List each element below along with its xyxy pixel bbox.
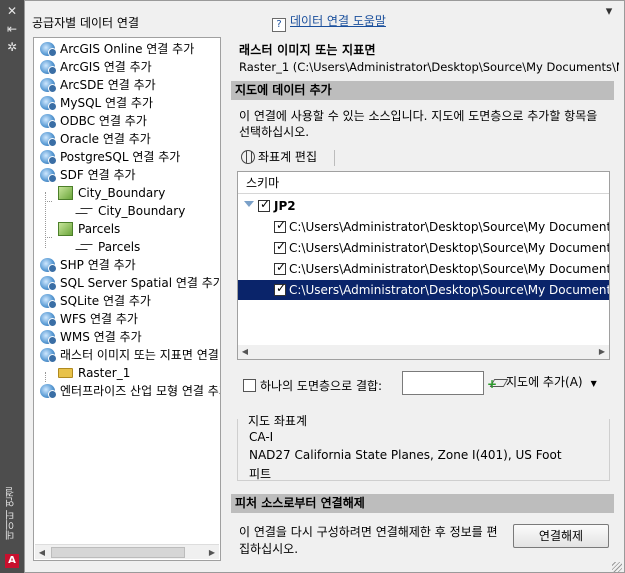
dropdown-arrow-icon[interactable]: ▼ xyxy=(591,379,597,388)
scroll-left-icon[interactable]: ◀ xyxy=(35,545,49,560)
tree-line xyxy=(45,201,52,202)
provider-list-title: 공급자별 데이터 연결 xyxy=(32,16,139,30)
globe-connection-icon xyxy=(40,312,57,327)
globe-connection-icon xyxy=(40,330,57,345)
disconnect-button[interactable]: 연결해제 xyxy=(513,524,609,548)
globe-connection-icon xyxy=(40,42,57,57)
globe-connection-icon xyxy=(40,384,57,399)
globe-connection-icon xyxy=(40,294,57,309)
scroll-right-icon[interactable]: ▶ xyxy=(595,345,609,359)
dropdown-arrow-icon[interactable]: ▾ xyxy=(602,5,616,19)
checkmark-icon: ✓ xyxy=(276,218,287,232)
tree-line xyxy=(45,237,52,238)
connection-path: Raster_1 (C:\Users\Administrator\Desktop… xyxy=(239,60,619,74)
globe-connection-icon xyxy=(40,348,57,363)
globe-connection-icon xyxy=(40,132,57,147)
combined-layer-name-input[interactable] xyxy=(402,371,484,395)
disconnect-description: 이 연결을 다시 구성하려면 연결해제한 후 정보를 편집하십시오. xyxy=(239,525,498,556)
add-to-map-header: 지도에 데이터 추가 xyxy=(231,81,614,100)
coordinate-description: NAD27 California State Planes, Zone I(40… xyxy=(249,448,562,462)
feature-class-icon xyxy=(58,222,73,236)
provider-tree[interactable]: ArcGIS Online 연결 추가 ArcGIS 연결 추가 ArcSDE … xyxy=(33,37,221,561)
globe-connection-icon xyxy=(40,96,57,111)
schema-name: JP2 xyxy=(274,199,296,213)
pin-icon[interactable]: ⇤ xyxy=(4,22,20,36)
schema-column-header: 스키마 xyxy=(238,172,609,194)
layer-checkbox[interactable]: ✓ xyxy=(274,239,287,254)
resize-grip[interactable] xyxy=(612,562,622,572)
schema-checkbox[interactable]: ✓ xyxy=(258,197,271,212)
close-icon[interactable]: ✕ xyxy=(4,4,20,18)
globe-connection-icon xyxy=(40,60,57,75)
scroll-right-icon[interactable]: ▶ xyxy=(205,545,219,560)
source-layer-list[interactable]: 스키마 ✓ JP2 ✓ C:\Users\Administrator\Deskt… xyxy=(237,171,610,360)
scroll-thumb[interactable] xyxy=(51,547,185,558)
combine-layers-checkbox[interactable] xyxy=(243,379,256,392)
combine-layers-label: 하나의 도면층으로 결합: xyxy=(260,379,383,393)
help-link[interactable]: ? 데이터 연결 도움말 xyxy=(272,12,386,32)
app-logo-icon: A xyxy=(5,554,19,568)
scroll-left-icon[interactable]: ◀ xyxy=(238,345,252,359)
add-to-map-description: 이 연결에 사용할 수 있는 소스입니다. 지도에 도면층으로 추가할 항목을 … xyxy=(239,109,598,139)
globe-connection-icon xyxy=(40,114,57,129)
checkmark-icon: ✓ xyxy=(276,281,287,295)
globe-connection-icon xyxy=(40,78,57,93)
palette-strip: ✕ ⇤ ✲ 데이터 연결 A xyxy=(0,0,24,573)
polygon-layer-icon xyxy=(75,244,93,250)
globe-connection-icon xyxy=(40,276,57,291)
layer-checkbox[interactable]: ✓ xyxy=(274,260,287,275)
tree-horizontal-scrollbar[interactable]: ◀ ▶ xyxy=(35,544,219,559)
palette-title: 데이터 연결 xyxy=(6,486,17,540)
settings-icon[interactable]: ✲ xyxy=(4,40,20,54)
layer-row[interactable]: ✓ C:\Users\Administrator\Desktop\Source\… xyxy=(238,217,609,237)
layer-path: C:\Users\Administrator\Desktop\Source\My… xyxy=(289,262,609,276)
layer-row-selected[interactable]: ✓ C:\Users\Administrator\Desktop\Source\… xyxy=(238,280,609,300)
checkmark-icon: ✓ xyxy=(260,197,271,211)
layer-row[interactable]: ✓ C:\Users\Administrator\Desktop\Source\… xyxy=(238,238,609,258)
folder-icon xyxy=(58,368,73,378)
polygon-layer-icon xyxy=(75,208,93,214)
connection-type-title: 래스터 이미지 또는 지표면 xyxy=(239,43,376,57)
layer-path: C:\Users\Administrator\Desktop\Source\My… xyxy=(289,220,609,234)
edit-coordinate-system-button[interactable]: 좌표계 편집 xyxy=(241,148,317,166)
schema-row[interactable]: ✓ JP2 xyxy=(238,196,609,216)
map-coordinate-title: 지도 좌표계 xyxy=(246,412,310,429)
layer-path: C:\Users\Administrator\Desktop\Source\My… xyxy=(289,241,609,255)
globe-connection-icon xyxy=(40,150,57,165)
help-link-text[interactable]: 데이터 연결 도움말 xyxy=(290,14,386,28)
disconnect-header: 피처 소스로부터 연결해제 xyxy=(231,494,614,513)
globe-connection-icon xyxy=(40,258,57,273)
expand-arrow-icon[interactable] xyxy=(244,201,254,207)
layer-checkbox[interactable]: ✓ xyxy=(274,218,287,233)
globe-connection-icon xyxy=(40,168,57,183)
toolbar-separator xyxy=(334,150,335,166)
feature-class-icon xyxy=(58,186,73,200)
coordinate-code: CA-I xyxy=(249,430,274,444)
help-icon: ? xyxy=(272,18,286,32)
layer-checkbox[interactable]: ✓ xyxy=(274,281,287,296)
tree-line xyxy=(45,372,46,382)
coordinate-globe-icon xyxy=(241,150,255,164)
checkmark-icon: ✓ xyxy=(276,260,287,274)
layer-row[interactable]: ✓ C:\Users\Administrator\Desktop\Source\… xyxy=(238,259,609,279)
coordinate-unit: 피트 xyxy=(249,467,272,481)
layer-list-scrollbar[interactable]: ◀ ▶ xyxy=(238,345,609,359)
layer-path: C:\Users\Administrator\Desktop\Source\My… xyxy=(289,283,609,297)
checkmark-icon: ✓ xyxy=(276,239,287,253)
add-layer-icon xyxy=(487,374,504,394)
add-to-map-button[interactable]: 지도에 추가(A)▼ xyxy=(487,372,597,394)
